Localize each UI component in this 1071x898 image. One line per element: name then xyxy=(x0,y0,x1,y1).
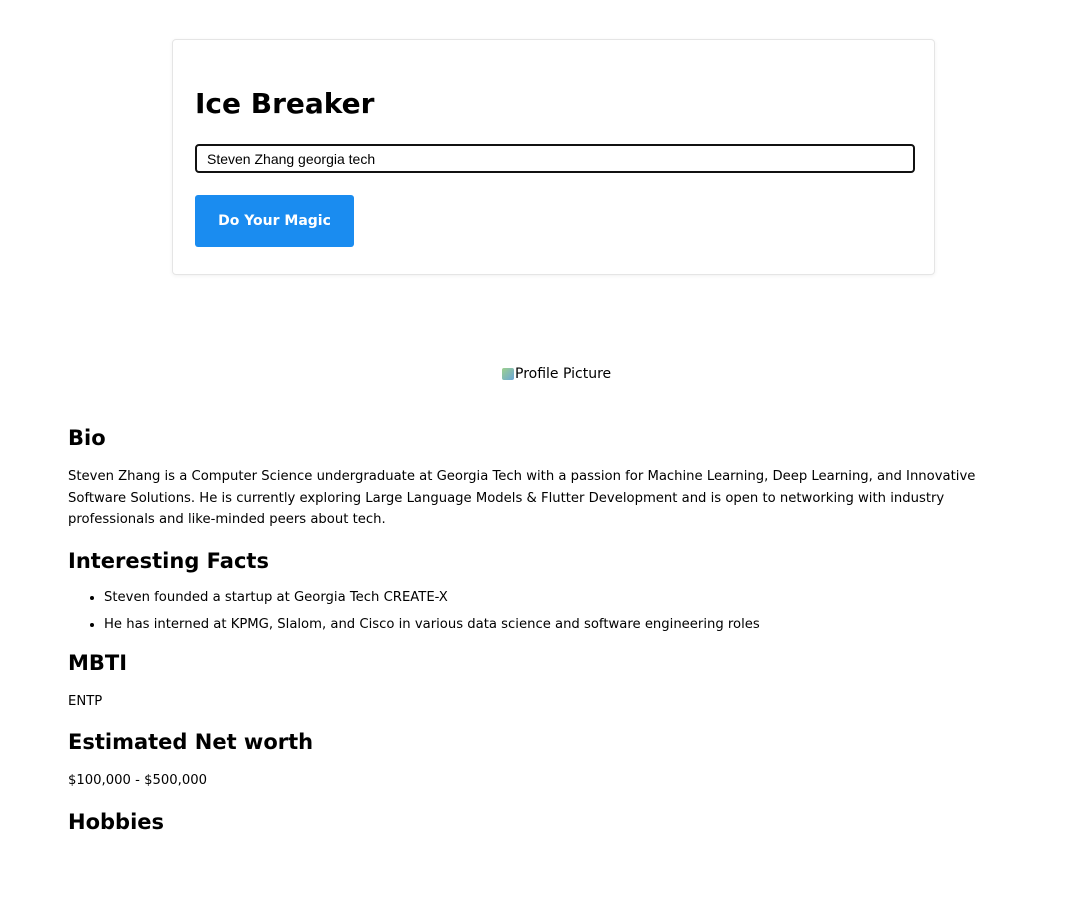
profile-picture-alt-text: Profile Picture xyxy=(515,366,612,382)
broken-image-icon xyxy=(502,368,514,380)
search-input[interactable] xyxy=(195,144,915,173)
bio-heading: Bio xyxy=(68,426,106,450)
net-worth-value: $100,000 - $500,000 xyxy=(68,773,207,788)
search-card: Ice Breaker Do Your Magic xyxy=(172,39,935,275)
net-worth-heading: Estimated Net worth xyxy=(68,730,314,754)
mbti-value: ENTP xyxy=(68,693,103,709)
interesting-facts-list: Steven founded a startup at Georgia Tech… xyxy=(68,587,1003,635)
results-section: Bio Steven Zhang is a Computer Science u… xyxy=(68,422,1003,838)
mbti-heading: MBTI xyxy=(68,650,128,675)
hobbies-heading: Hobbies xyxy=(68,809,165,834)
list-item: He has interned at KPMG, Slalom, and Cis… xyxy=(104,614,1003,635)
profile-picture: Profile Picture xyxy=(502,364,611,384)
list-item: Steven founded a startup at Georgia Tech… xyxy=(104,587,1003,608)
bio-text: Steven Zhang is a Computer Science under… xyxy=(68,469,976,527)
page-title: Ice Breaker xyxy=(195,87,375,120)
do-your-magic-button[interactable]: Do Your Magic xyxy=(195,195,354,247)
interesting-facts-heading: Interesting Facts xyxy=(68,548,269,573)
